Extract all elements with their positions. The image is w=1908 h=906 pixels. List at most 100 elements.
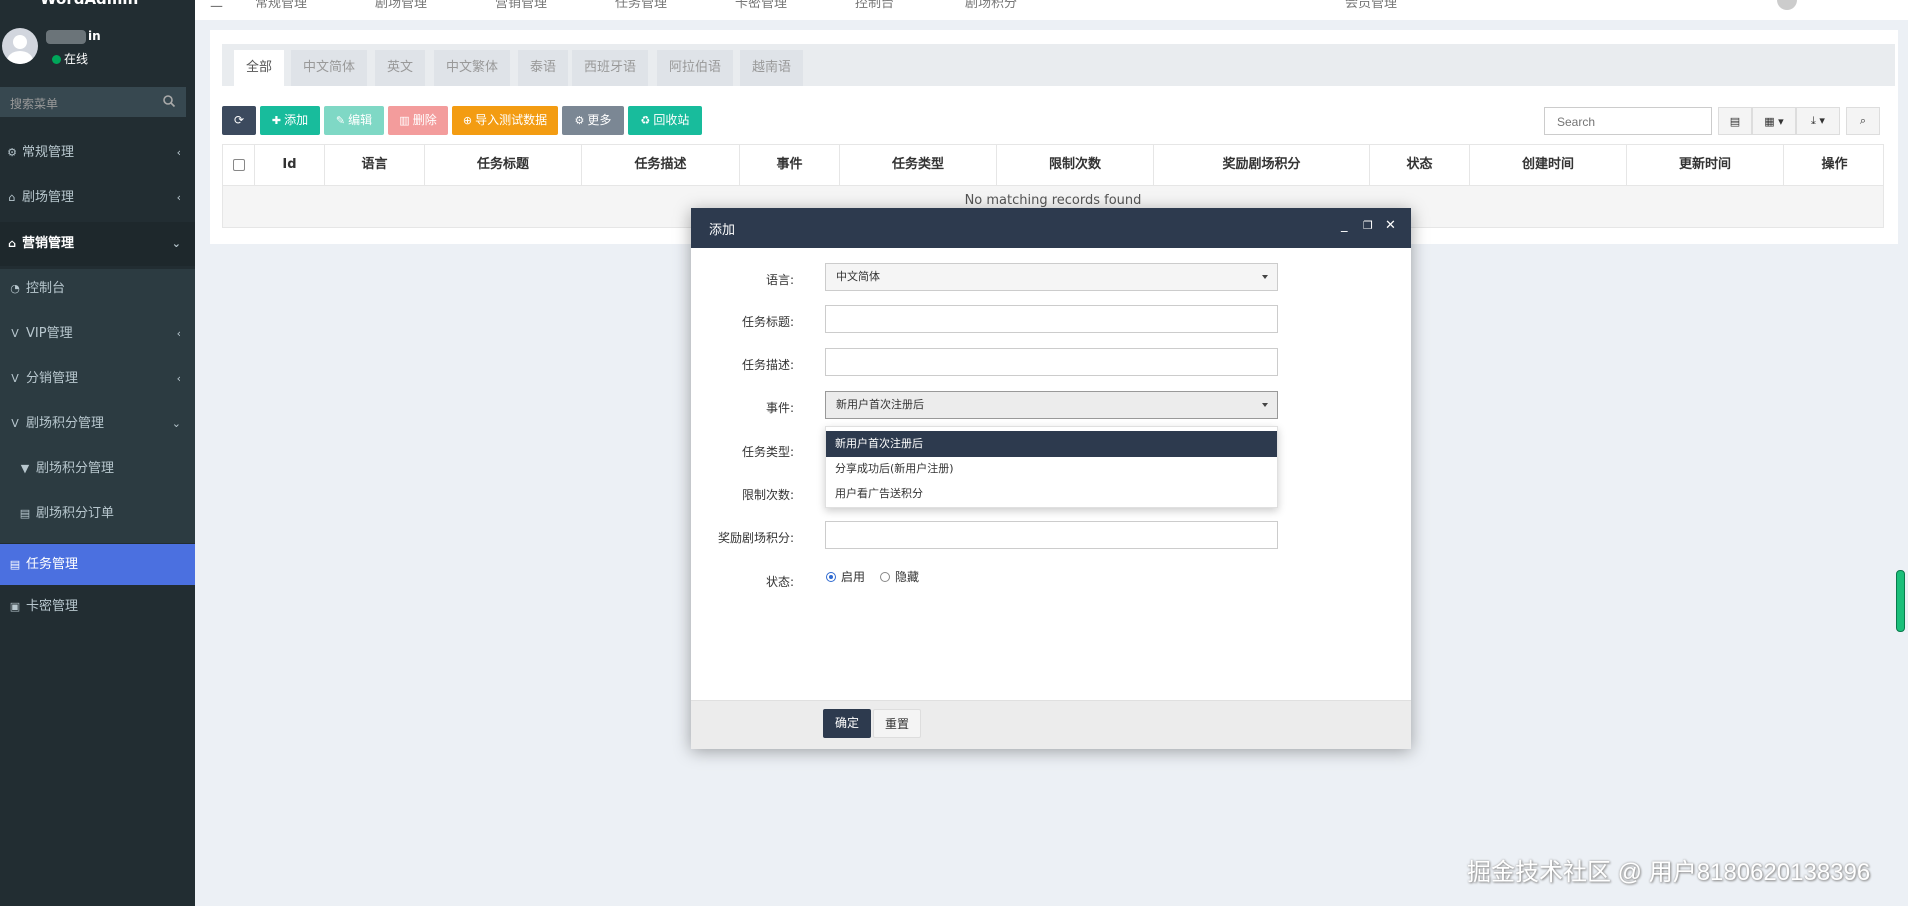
sidebar-item-theater-points-orders[interactable]: ▤ 剧场积分订单 [0,492,195,536]
sidebar-item-cards[interactable]: ▣ 卡密管理 [0,585,195,629]
sidebar-item-vip[interactable]: V VIP管理 ‹ [0,312,195,356]
tab-vi[interactable]: 越南语 [740,50,804,86]
select-all-checkbox[interactable] [223,145,255,185]
status-hidden-label[interactable]: 隐藏 [895,568,919,585]
topnav-item[interactable]: 营销管理 [495,0,547,11]
columns-button[interactable]: ▦ ▾ [1752,107,1796,135]
form-row-status: 状态: 启用 隐藏 [691,565,1411,595]
tab-all[interactable]: 全部 [234,50,285,86]
export-button[interactable]: ⤓ ▾ [1796,107,1840,135]
status-hidden-radio[interactable] [880,572,890,582]
reward-input[interactable] [825,521,1278,549]
sidebar-item-distribution[interactable]: V 分销管理 ‹ [0,357,195,401]
status-enabled-label[interactable]: 启用 [841,568,865,585]
topnav-item[interactable]: 常规管理 [255,0,307,11]
search-icon[interactable] [162,94,176,108]
tab-en[interactable]: 英文 [375,50,426,86]
topnav-item[interactable]: 卡密管理 [735,0,787,11]
brand-logo[interactable]: WordAdmin [40,0,138,8]
col-header[interactable]: 限制次数 [997,145,1154,185]
task-title-input[interactable] [825,305,1278,333]
form-row-desc: 任务描述: [691,348,1411,378]
language-select[interactable]: 中文简体 [825,263,1278,291]
event-label: 事件: [765,401,794,415]
pencil-icon: ✎ [335,114,346,127]
col-header[interactable]: 操作 [1784,145,1885,185]
chevron-down-icon: ⌄ [171,417,181,430]
topnav-item[interactable]: 任务管理 [615,0,667,11]
v-icon: V [11,417,19,430]
recycle-bin-button[interactable]: ♻ 回收站 [628,106,702,135]
topnav-item[interactable]: 会员管理 [1345,0,1397,11]
sidebar-item-general[interactable]: ⚙ 常规管理 ‹ [0,131,195,175]
close-icon[interactable]: ✕ [1385,218,1396,233]
col-header[interactable]: 事件 [740,145,840,185]
more-button[interactable]: ⚙ 更多 [562,106,624,135]
form-row-event: 事件: 新用户首次注册后 [691,391,1411,421]
col-header[interactable]: 创建时间 [1470,145,1627,185]
caret-down-icon [1262,275,1268,279]
tab-zh-cn[interactable]: 中文简体 [291,50,368,86]
user-panel: in 在线 [0,25,195,73]
avatar[interactable] [2,28,38,64]
file-icon: ▤ [19,507,31,520]
tab-es[interactable]: 西班牙语 [572,50,649,86]
sidebar-item-marketing[interactable]: ⌂ 营销管理 ⌄ [0,222,195,266]
task-desc-input[interactable] [825,348,1278,376]
sidebar-item-theater[interactable]: ⌂ 剧场管理 ‹ [0,176,195,220]
search-input[interactable] [1555,109,1709,135]
import-test-data-button[interactable]: ⊕ 导入测试数据 [452,106,558,135]
caret-down-icon [1262,403,1268,407]
cogs-icon: ⚙ [7,146,17,159]
topnav-item[interactable]: 剧场管理 [375,0,427,11]
sidebar: WordAdmin in 在线 搜索菜单 ⚙ 常规管理 ‹ ⌂ 剧场管理 ‹ ⌂… [0,0,195,906]
dropdown-option[interactable]: 分享成功后(新用户注册) [826,456,1277,482]
limit-label: 限制次数: [741,488,794,502]
top-navbar: 二 常规管理 剧场管理 营销管理 任务管理 卡密管理 控制台 剧场积分 会员管理 [195,0,1908,20]
form-row-language: 语言: 中文简体 [691,263,1411,293]
sidebar-item-tasks[interactable]: ▤ 任务管理 [0,544,195,585]
status-enabled-radio[interactable] [826,572,836,582]
delete-button[interactable]: ▥ 删除 [388,106,448,135]
tab-th[interactable]: 泰语 [518,50,569,86]
topnav-item[interactable]: 剧场积分 [965,0,1017,11]
file-icon: ▤ [9,557,21,571]
chevron-left-icon: ‹ [176,372,181,385]
reset-button[interactable]: 重置 [873,709,921,738]
dropdown-option[interactable]: 新用户首次注册后 [826,431,1277,457]
user-name: in [46,29,101,44]
toggle-view-button[interactable]: ▤ [1718,107,1752,135]
tab-zh-tw[interactable]: 中文繁体 [434,50,511,86]
topnav-item[interactable]: 二 [210,0,223,11]
col-header[interactable]: 更新时间 [1627,145,1784,185]
refresh-button[interactable]: ⟳ [222,106,256,135]
col-header[interactable]: Id [255,145,325,185]
sidebar-search-input[interactable]: 搜索菜单 [0,87,186,117]
col-header[interactable]: 任务类型 [840,145,997,185]
add-dialog: 添加 _ ❐ ✕ 语言: 中文简体 任务标题: 任务描述: 事件: 新用户首次注… [691,208,1411,749]
tab-ar[interactable]: 阿拉伯语 [657,50,734,86]
scrollbar-handle[interactable] [1896,570,1905,632]
advanced-search-button[interactable]: ⌕ [1846,107,1880,135]
sidebar-item-theater-points-manage[interactable]: ▼ 剧场积分管理 [0,447,195,491]
event-select[interactable]: 新用户首次注册后 [825,391,1278,419]
minimize-icon[interactable]: _ [1341,218,1348,233]
col-header[interactable]: 语言 [325,145,425,185]
edit-button[interactable]: ✎ 编辑 [324,106,384,135]
add-button[interactable]: ✚ 添加 [260,106,320,135]
col-header[interactable]: 任务描述 [582,145,740,185]
col-header[interactable]: 状态 [1370,145,1470,185]
v-icon: V [11,372,19,385]
col-header[interactable]: 任务标题 [425,145,582,185]
col-header[interactable]: 奖励剧场积分 [1154,145,1370,185]
sidebar-item-theater-points[interactable]: V 剧场积分管理 ⌄ [0,402,195,446]
sidebar-item-dashboard[interactable]: ◔ 控制台 [0,267,195,311]
language-label: 语言: [765,273,794,287]
topnav-avatar[interactable] [1777,0,1797,10]
table-search [1544,107,1712,135]
dropdown-option[interactable]: 用户看广告送积分 [826,481,1277,507]
maximize-icon[interactable]: ❐ [1363,219,1373,232]
v-icon: V [11,327,19,340]
confirm-button[interactable]: 确定 [823,709,871,738]
topnav-item[interactable]: 控制台 [855,0,894,11]
